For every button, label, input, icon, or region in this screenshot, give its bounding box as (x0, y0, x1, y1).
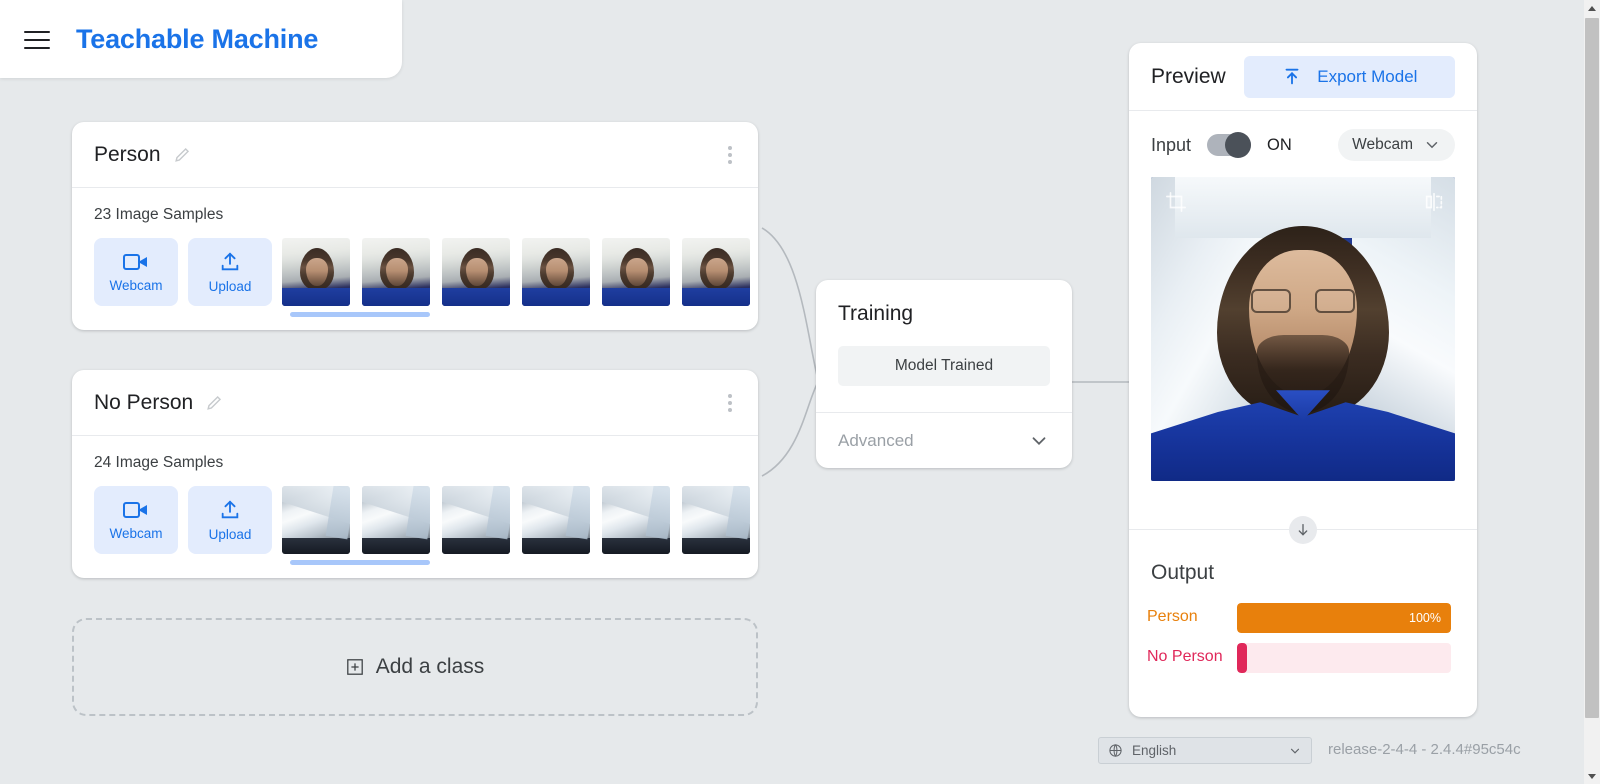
video-camera-icon (123, 252, 149, 272)
sample-thumbnail[interactable] (282, 238, 350, 306)
edit-pencil-icon[interactable] (205, 393, 224, 412)
output-row-person: Person 100% (1147, 603, 1451, 633)
sample-thumbnail[interactable] (682, 238, 750, 306)
sample-thumbnail[interactable] (362, 486, 430, 554)
upload-label: Upload (209, 527, 252, 542)
upload-icon (218, 499, 242, 521)
input-row: Input ON Webcam (1129, 111, 1477, 161)
input-label: Input (1151, 135, 1191, 156)
output-class-label: Person (1147, 603, 1225, 627)
sample-row: Webcam Upload (94, 238, 758, 306)
output-class-label: No Person (1147, 643, 1225, 667)
input-source-value: Webcam (1352, 136, 1413, 154)
class-body: 24 Image Samples Webcam Upload (72, 436, 758, 554)
webcam-button[interactable]: Webcam (94, 486, 178, 554)
toggle-knob (1225, 132, 1251, 158)
version-label: release-2-4-4 - 2.4.4#95c54c (1328, 741, 1521, 758)
sample-thumbnails[interactable] (282, 238, 758, 306)
preview-panel: Preview Export Model Input ON Webcam (1129, 43, 1477, 717)
output-bar-track (1237, 643, 1451, 673)
class-body: 23 Image Samples Webcam Upload (72, 188, 758, 306)
webcam-video-frame (1151, 177, 1455, 481)
output-bar-percent: 100% (1409, 611, 1441, 625)
export-model-label: Export Model (1317, 67, 1417, 87)
scroll-up-arrow[interactable] (1584, 0, 1600, 16)
scroll-down-arrow[interactable] (1584, 768, 1600, 784)
input-toggle[interactable] (1207, 134, 1251, 156)
class-options-menu[interactable] (728, 146, 732, 164)
export-upload-icon (1281, 66, 1303, 88)
sample-thumbnails[interactable] (282, 486, 758, 554)
video-camera-icon (123, 500, 149, 520)
language-select[interactable]: English (1098, 737, 1312, 764)
class-options-menu[interactable] (728, 394, 732, 412)
output-section: Output Person 100% No Person (1129, 543, 1477, 673)
chevron-down-icon (1288, 744, 1302, 758)
samples-scrollbar[interactable] (290, 312, 430, 317)
upload-icon (218, 251, 242, 273)
crop-icon[interactable] (1165, 191, 1187, 218)
input-source-select[interactable]: Webcam (1338, 129, 1455, 161)
upload-label: Upload (209, 279, 252, 294)
training-title: Training (816, 280, 1072, 326)
sample-thumbnail[interactable] (602, 486, 670, 554)
upload-button[interactable]: Upload (188, 238, 272, 306)
class-card-no-person: No Person 24 Image Samples Webcam (72, 370, 758, 578)
sample-thumbnail[interactable] (522, 486, 590, 554)
export-model-button[interactable]: Export Model (1244, 56, 1455, 98)
advanced-label: Advanced (838, 431, 914, 451)
upload-button[interactable]: Upload (188, 486, 272, 554)
training-panel: Training Model Trained Advanced (816, 280, 1072, 468)
edit-pencil-icon[interactable] (173, 145, 192, 164)
globe-icon (1108, 743, 1123, 758)
webcam-preview[interactable] (1151, 177, 1455, 481)
chevron-down-icon (1028, 430, 1050, 452)
samples-scrollbar[interactable] (290, 560, 430, 565)
down-arrow-icon (1289, 516, 1317, 544)
webcam-label: Webcam (109, 526, 162, 541)
sample-thumbnail[interactable] (442, 238, 510, 306)
output-row-no-person: No Person (1147, 643, 1451, 673)
output-bar-fill: 100% (1237, 603, 1451, 633)
sample-row: Webcam Upload (94, 486, 758, 554)
output-title: Output (1147, 561, 1451, 585)
webcam-subject-glasses (1251, 289, 1355, 315)
sample-thumbnail[interactable] (602, 238, 670, 306)
sample-thumbnail[interactable] (362, 238, 430, 306)
toggle-state-label: ON (1267, 136, 1292, 155)
sample-thumbnail[interactable] (442, 486, 510, 554)
sample-thumbnail[interactable] (282, 486, 350, 554)
webcam-button[interactable]: Webcam (94, 238, 178, 306)
page-scrollbar[interactable] (1584, 0, 1600, 784)
app-header: Teachable Machine (0, 0, 402, 78)
sample-count-label: 24 Image Samples (94, 454, 758, 472)
app-title: Teachable Machine (76, 24, 318, 55)
class-name[interactable]: No Person (94, 391, 193, 415)
language-value: English (1132, 743, 1176, 758)
hamburger-icon[interactable] (24, 29, 50, 49)
class-card-person: Person 23 Image Samples Webcam (72, 122, 758, 330)
output-bar-track: 100% (1237, 603, 1451, 633)
scroll-thumb[interactable] (1585, 18, 1599, 718)
teachable-machine-app: Teachable Machine Person 23 Image Sample… (0, 0, 1600, 784)
add-class-label: Add a class (376, 655, 485, 679)
train-model-button[interactable]: Model Trained (838, 346, 1050, 386)
preview-title: Preview (1151, 65, 1226, 89)
add-box-icon (346, 658, 364, 676)
flip-icon[interactable] (1423, 191, 1445, 218)
sample-thumbnail[interactable] (522, 238, 590, 306)
sample-thumbnail[interactable] (682, 486, 750, 554)
advanced-section-toggle[interactable]: Advanced (816, 412, 1072, 468)
output-bar-fill (1237, 643, 1247, 673)
chevron-down-icon (1423, 136, 1441, 154)
preview-header: Preview Export Model (1129, 43, 1477, 111)
sample-count-label: 23 Image Samples (94, 206, 758, 224)
output-bars: Person 100% No Person (1147, 603, 1451, 673)
class-name[interactable]: Person (94, 143, 161, 167)
add-class-button[interactable]: Add a class (72, 618, 758, 716)
webcam-label: Webcam (109, 278, 162, 293)
class-header: No Person (72, 370, 758, 436)
class-header: Person (72, 122, 758, 188)
